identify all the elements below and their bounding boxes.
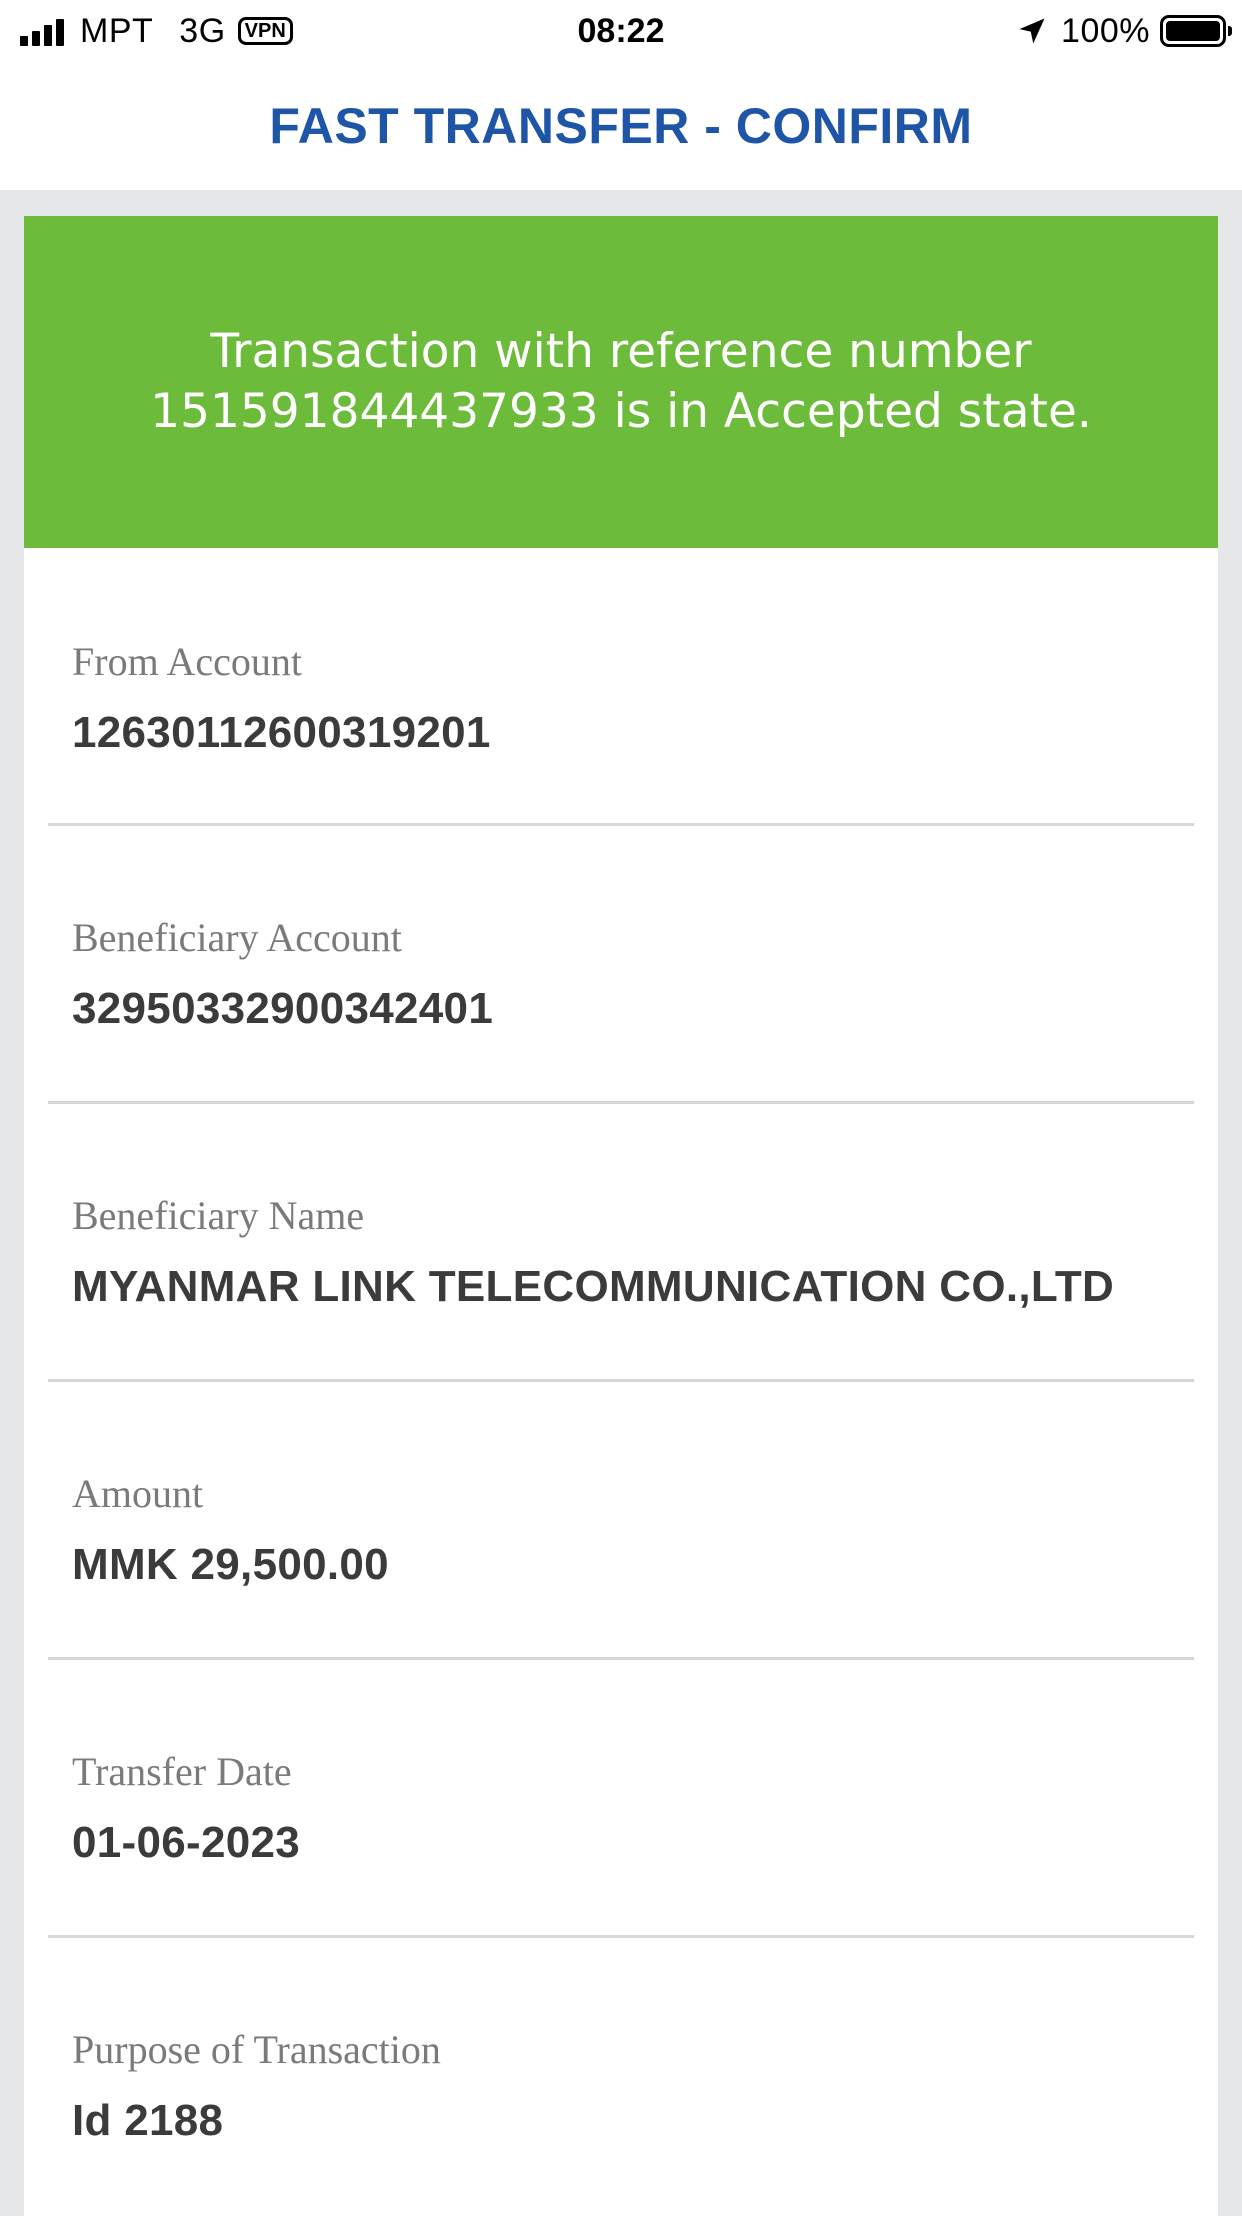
field-label: From Account xyxy=(72,639,302,684)
page-title: FAST TRANSFER - CONFIRM xyxy=(269,98,973,154)
field-value: 12630112600319201 xyxy=(72,708,491,757)
field-value: MMK 29,500.00 xyxy=(72,1540,389,1589)
field-beneficiary-name: Beneficiary Name MYANMAR LINK TELECOMMUN… xyxy=(48,1104,1194,1382)
field-beneficiary-account: Beneficiary Account 32950332900342401 xyxy=(48,826,1194,1104)
field-value: 32950332900342401 xyxy=(72,984,494,1033)
battery-percent: 100% xyxy=(1061,11,1150,50)
field-purpose: Purpose of Transaction Id 2188 xyxy=(48,1938,1194,2216)
status-banner: Transaction with reference number 151591… xyxy=(24,216,1218,548)
field-value: 01-06-2023 xyxy=(72,1818,301,1867)
field-amount: Amount MMK 29,500.00 xyxy=(48,1382,1194,1660)
field-label: Beneficiary Name xyxy=(72,1193,365,1238)
page-header: FAST TRANSFER - CONFIRM xyxy=(0,62,1242,190)
status-message: Transaction with reference number 151591… xyxy=(150,324,1092,439)
field-transfer-date: Transfer Date 01-06-2023 xyxy=(48,1660,1194,1938)
field-from-account: From Account 12630112600319201 xyxy=(48,548,1194,826)
field-label: Beneficiary Account xyxy=(72,915,402,960)
field-label: Transfer Date xyxy=(72,1749,292,1794)
field-value: Id 2188 xyxy=(72,2096,224,2145)
battery-icon xyxy=(1160,15,1232,47)
status-bar: MPT 3G VPN 08:22 100% xyxy=(0,0,1242,62)
field-value: MYANMAR LINK TELECOMMUNICATION CO.,LTD xyxy=(72,1262,1115,1311)
confirmation-card: Transaction with reference number 151591… xyxy=(24,216,1218,2216)
status-right: 100% xyxy=(1017,10,1232,52)
field-label: Amount xyxy=(72,1471,204,1516)
location-arrow-icon xyxy=(1019,18,1045,44)
field-label: Purpose of Transaction xyxy=(72,2027,441,2072)
